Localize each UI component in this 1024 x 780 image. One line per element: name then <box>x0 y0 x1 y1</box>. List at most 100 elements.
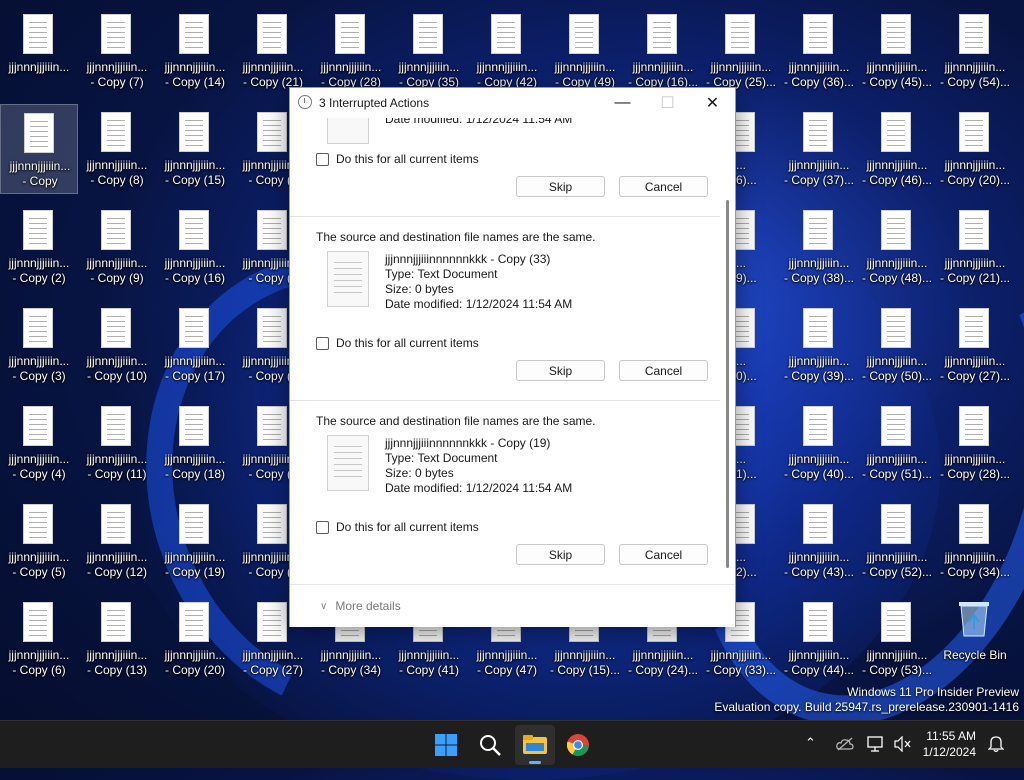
dialog-scrollbar[interactable] <box>726 200 729 568</box>
desktop-file-icon[interactable]: jjjnnnjjjiiin... - Copy (21)... <box>936 202 1014 292</box>
desktop-file-icon[interactable]: jjjnnnjjjiiin... - Copy (54)... <box>936 6 1014 96</box>
desktop-icon-label: jjjnnnjjjiiin... - Copy (44)... <box>783 648 855 677</box>
desktop-file-icon[interactable]: jjjnnnjjjiiin... - Copy (20) <box>156 594 234 684</box>
desktop-file-icon[interactable]: jjjnnnjjjiiin... - Copy (48)... <box>858 202 936 292</box>
desktop-file-icon[interactable]: jjjnnnjjjiiin... - Copy (5) <box>0 496 78 586</box>
volume-muted-icon[interactable] <box>894 735 912 755</box>
desktop-file-icon[interactable]: jjjnnnjjjiiin... - Copy (21) <box>234 6 312 96</box>
desktop-file-icon[interactable]: jjjnnnjjjiiin... - Copy (3) <box>0 300 78 390</box>
file-name: jjjnnnjjjiiinnnnnnkkk - Copy (33) <box>385 252 551 266</box>
desktop-file-icon[interactable]: jjjnnnjjjiiin... - Copy (43)... <box>780 496 858 586</box>
desktop-file-icon[interactable]: jjjnnnjjjiiin... - Copy (34)... <box>936 496 1014 586</box>
desktop-file-icon[interactable]: jjjnnnjjjiiin... - Copy <box>0 104 78 194</box>
desktop-file-icon[interactable]: jjjnnnjjjiiin... - Copy (27)... <box>936 300 1014 390</box>
cancel-button[interactable]: Cancel <box>619 176 708 197</box>
close-button[interactable]: ✕ <box>690 88 735 118</box>
skip-button[interactable]: Skip <box>516 360 605 381</box>
desktop-file-icon[interactable]: jjjnnnjjjiiin... - Copy (16)... <box>624 6 702 96</box>
desktop-file-icon[interactable]: jjjnnnjjjiiin... - Copy (39)... <box>780 300 858 390</box>
text-document-icon <box>569 14 599 54</box>
text-document-icon <box>23 14 53 54</box>
desktop-file-icon[interactable]: jjjnnnjjjiiin... - Copy (17) <box>156 300 234 390</box>
desktop-file-icon[interactable]: jjjnnnjjjiiin... - Copy (18) <box>156 398 234 488</box>
chevron-up-icon[interactable]: ⌃ <box>805 735 816 751</box>
system-clock[interactable]: 11:55 AM 1/12/2024 <box>923 728 976 760</box>
chrome-icon[interactable] <box>558 725 598 765</box>
checkbox-box[interactable] <box>316 152 329 166</box>
desktop-file-icon[interactable]: jjjnnnjjjiiin... - Copy (19) <box>156 496 234 586</box>
desktop-icon-label: jjjnnnjjjiiin... - Copy (16)... <box>627 60 699 89</box>
notification-bell-icon[interactable] <box>987 735 1005 756</box>
checkbox-box[interactable] <box>316 336 329 350</box>
do-for-all-checkbox[interactable]: Do this for all current items <box>316 520 479 534</box>
desktop-file-icon[interactable]: jjjnnnjjjiiin... - Copy (35) <box>390 6 468 96</box>
text-document-icon <box>959 112 989 152</box>
checkbox-label: Do this for all current items <box>336 336 479 350</box>
more-details-toggle[interactable]: ∨ More details <box>320 599 401 613</box>
checkbox-box[interactable] <box>316 520 329 534</box>
desktop-file-icon[interactable]: jjjnnnjjjiiin... - Copy (4) <box>0 398 78 488</box>
text-document-icon <box>23 308 53 348</box>
cancel-button[interactable]: Cancel <box>619 544 708 565</box>
desktop-file-icon[interactable]: jjjnnnjjjiiin... - Copy (46)... <box>858 104 936 194</box>
text-document-icon <box>803 308 833 348</box>
dialog-content[interactable]: Date modified: 1/12/2024 11:54 AM Do thi… <box>290 118 735 584</box>
desktop-file-icon[interactable]: jjjnnnjjjiiin... - Copy (2) <box>0 202 78 292</box>
desktop-file-icon[interactable]: jjjnnnjjjiiin... - Copy (10) <box>78 300 156 390</box>
desktop-file-icon[interactable]: jjjnnnjjjiiin... - Copy (9) <box>78 202 156 292</box>
minimize-button[interactable]: — <box>600 88 645 118</box>
desktop-file-icon[interactable]: jjjnnnjjjiiin... - Copy (15) <box>156 104 234 194</box>
desktop-file-icon[interactable]: jjjnnnjjjiiin... - Copy (49) <box>546 6 624 96</box>
onedrive-icon[interactable] <box>836 737 854 754</box>
search-icon[interactable] <box>470 725 510 765</box>
network-icon[interactable] <box>867 736 885 755</box>
desktop-file-icon[interactable]: jjjnnnjjjiiin... - Copy (14) <box>156 6 234 96</box>
cancel-button[interactable]: Cancel <box>619 360 708 381</box>
file-date-modified: Date modified: 1/12/2024 11:54 AM <box>385 481 573 495</box>
desktop-file-icon[interactable]: jjjnnnjjjiiin... - Copy (44)... <box>780 594 858 684</box>
desktop-file-icon[interactable]: jjjnnnjjjiiin... - Copy (52)... <box>858 496 936 586</box>
desktop-file-icon[interactable]: jjjnnnjjjiiin... - Copy (42) <box>468 6 546 96</box>
desktop-file-icon[interactable]: jjjnnnjjjiiin... - Copy (16) <box>156 202 234 292</box>
desktop-file-icon[interactable]: jjjnnnjjjiiin... - Copy (37)... <box>780 104 858 194</box>
watermark-line2: Evaluation copy. Build 25947.rs_prerelea… <box>714 700 1019 714</box>
desktop-file-icon[interactable]: jjjnnnjjjiiin... <box>0 6 78 96</box>
desktop-file-icon[interactable]: jjjnnnjjjiiin... - Copy (28)... <box>936 398 1014 488</box>
recycle-bin[interactable]: Recycle Bin <box>936 594 1014 684</box>
desktop-file-icon[interactable]: jjjnnnjjjiiin... - Copy (38)... <box>780 202 858 292</box>
windows-watermark: Windows 11 Pro Insider Preview Evaluatio… <box>714 685 1019 715</box>
do-for-all-checkbox[interactable]: Do this for all current items <box>316 336 479 350</box>
file-size: Size: 0 bytes <box>385 466 454 480</box>
desktop-file-icon[interactable]: jjjnnnjjjiiin... - Copy (13) <box>78 594 156 684</box>
do-for-all-checkbox[interactable]: Do this for all current items <box>316 152 479 166</box>
text-document-icon <box>23 406 53 446</box>
dialog-titlebar[interactable]: 3 Interrupted Actions — ☐ ✕ <box>290 88 735 118</box>
dialog-footer: ∨ More details <box>290 584 735 627</box>
desktop-file-icon[interactable]: jjjnnnjjjiiin... - Copy (8) <box>78 104 156 194</box>
desktop-file-icon[interactable]: jjjnnnjjjiiin... - Copy (50)... <box>858 300 936 390</box>
desktop-icon-label: jjjnnnjjjiiin... - Copy (48)... <box>861 256 933 285</box>
desktop-file-icon[interactable]: jjjnnnjjjiiin... - Copy (25)... <box>702 6 780 96</box>
skip-button[interactable]: Skip <box>516 176 605 197</box>
text-document-icon <box>179 14 209 54</box>
desktop-file-icon[interactable]: jjjnnnjjjiiin... - Copy (12) <box>78 496 156 586</box>
desktop-file-icon[interactable]: jjjnnnjjjiiin... - Copy (53)... <box>858 594 936 684</box>
desktop-file-icon[interactable]: jjjnnnjjjiiin... - Copy (11) <box>78 398 156 488</box>
file-explorer-icon[interactable] <box>515 725 555 765</box>
desktop-icon-label: jjjnnnjjjiiin... - Copy (40)... <box>783 452 855 481</box>
desktop-file-icon[interactable]: jjjnnnjjjiiin... - Copy (51)... <box>858 398 936 488</box>
desktop-file-icon[interactable]: jjjnnnjjjiiin... - Copy (36)... <box>780 6 858 96</box>
text-document-icon <box>257 210 287 250</box>
clock-time: 11:55 AM <box>926 729 976 743</box>
desktop-file-icon[interactable]: jjjnnnjjjiiin... - Copy (40)... <box>780 398 858 488</box>
desktop-file-icon[interactable]: jjjnnnjjjiiin... - Copy (45)... <box>858 6 936 96</box>
desktop-file-icon[interactable]: jjjnnnjjjiiin... - Copy (6) <box>0 594 78 684</box>
desktop-icon-label: jjjnnnjjjiiin... - Copy (17) <box>164 354 226 383</box>
desktop-file-icon[interactable]: jjjnnnjjjiiin... - Copy (7) <box>78 6 156 96</box>
desktop-file-icon[interactable]: jjjnnnjjjiiin... - Copy (28) <box>312 6 390 96</box>
desktop-icon-label: jjjnnnjjjiiin... - Copy (37)... <box>783 158 855 187</box>
windows-start-icon[interactable] <box>426 725 466 765</box>
text-document-icon <box>647 14 677 54</box>
desktop-file-icon[interactable]: jjjnnnjjjiiin... - Copy (20)... <box>936 104 1014 194</box>
skip-button[interactable]: Skip <box>516 544 605 565</box>
